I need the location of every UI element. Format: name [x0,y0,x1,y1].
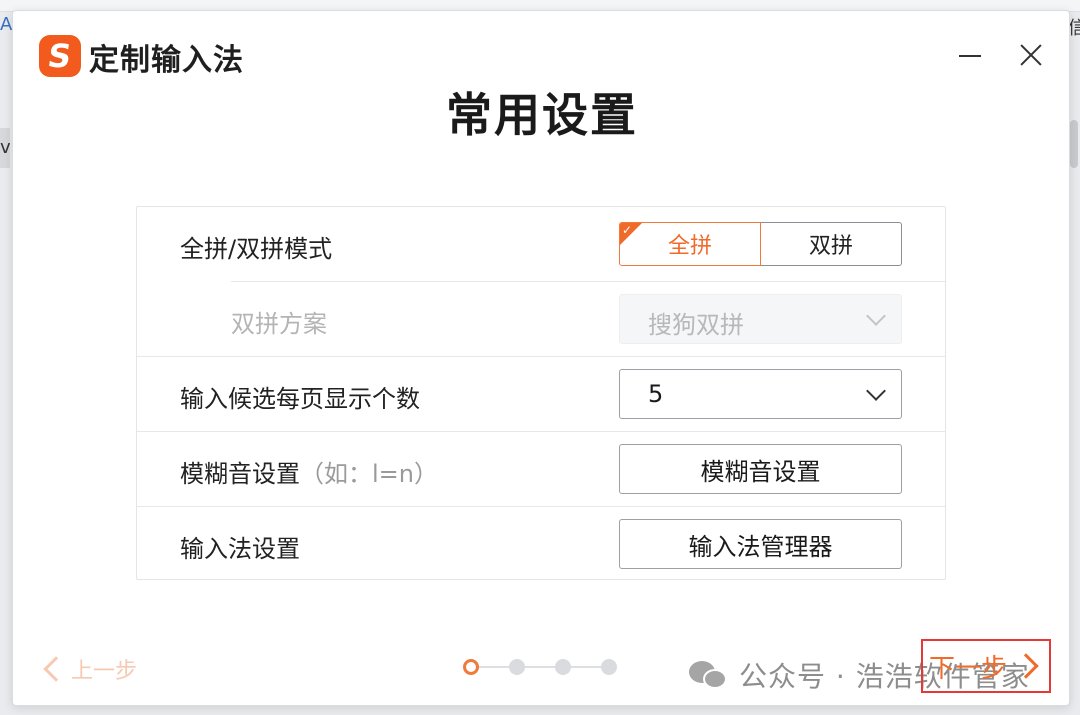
chevron-left-icon [43,656,69,682]
setting-row-ime: 输入法设置 输入法管理器 [137,507,945,581]
setting-row-candidates: 输入候选每页显示个数 5 [137,357,945,431]
check-icon: ✓ [622,223,633,237]
shuangpin-scheme-value: 搜狗双拼 [648,311,744,339]
background-scrollbar [1070,120,1078,168]
sogou-logo-icon: S [39,35,81,77]
shuangpin-scheme-select: 搜狗双拼 [619,294,902,344]
page-title: 常用设置 [446,88,638,142]
next-step-button[interactable]: 下一步 [921,639,1051,693]
setting-row-shuangpin-scheme: 双拼方案 搜狗双拼 [137,282,945,356]
background-tab-text: A [0,14,13,35]
step-dot-4 [601,659,617,675]
ime-manager-button[interactable]: 输入法管理器 [619,519,902,569]
prev-step-button[interactable]: 上一步 [41,653,137,685]
background-fragment: vi [0,128,10,168]
logo-letter: S [45,37,75,75]
custom-ime-dialog: S 定制输入法 常用设置 全拼/双拼模式 ✓ 全拼 双拼 双拼方案 搜狗双拼 输… [12,10,1070,706]
fuzzy-label: 模糊音设置（如：l=n） [180,454,438,489]
candidates-label: 输入候选每页显示个数 [180,385,420,413]
option-quanpin[interactable]: ✓ 全拼 [619,222,761,266]
setting-row-fuzzy: 模糊音设置（如：l=n） 模糊音设置 [137,432,945,506]
next-step-label: 下一步 [928,653,1007,684]
fuzzy-label-text: 模糊音设置 [180,460,300,488]
chevron-right-icon [1013,653,1039,679]
step-dot-1 [463,659,479,675]
shuangpin-scheme-label: 双拼方案 [231,310,327,338]
candidates-select[interactable]: 5 [619,369,902,419]
prev-step-label: 上一步 [71,659,138,684]
chevron-down-icon [866,381,886,401]
pinyin-mode-toggle: ✓ 全拼 双拼 [619,222,902,266]
settings-panel: 全拼/双拼模式 ✓ 全拼 双拼 双拼方案 搜狗双拼 输入候选每页显示个数 5 模… [136,206,946,580]
minimize-icon[interactable] [953,37,989,73]
pinyin-mode-label: 全拼/双拼模式 [180,235,333,263]
step-track [477,666,617,668]
app-title: 定制输入法 [89,43,244,78]
step-dot-3 [555,659,571,675]
option-shuangpin-label: 双拼 [808,234,853,259]
option-shuangpin[interactable]: 双拼 [761,222,902,266]
wechat-icon [689,659,729,691]
step-indicator [463,656,623,678]
ime-label: 输入法设置 [180,535,300,563]
candidates-value: 5 [648,380,664,408]
step-dot-2 [509,659,525,675]
chevron-down-icon [866,306,886,326]
fuzzy-hint: （如：l=n） [300,460,438,488]
setting-row-pinyin-mode: 全拼/双拼模式 ✓ 全拼 双拼 [137,207,945,281]
fuzzy-settings-button[interactable]: 模糊音设置 [619,444,902,494]
close-icon[interactable] [1013,37,1049,73]
option-quanpin-label: 全拼 [667,234,712,259]
